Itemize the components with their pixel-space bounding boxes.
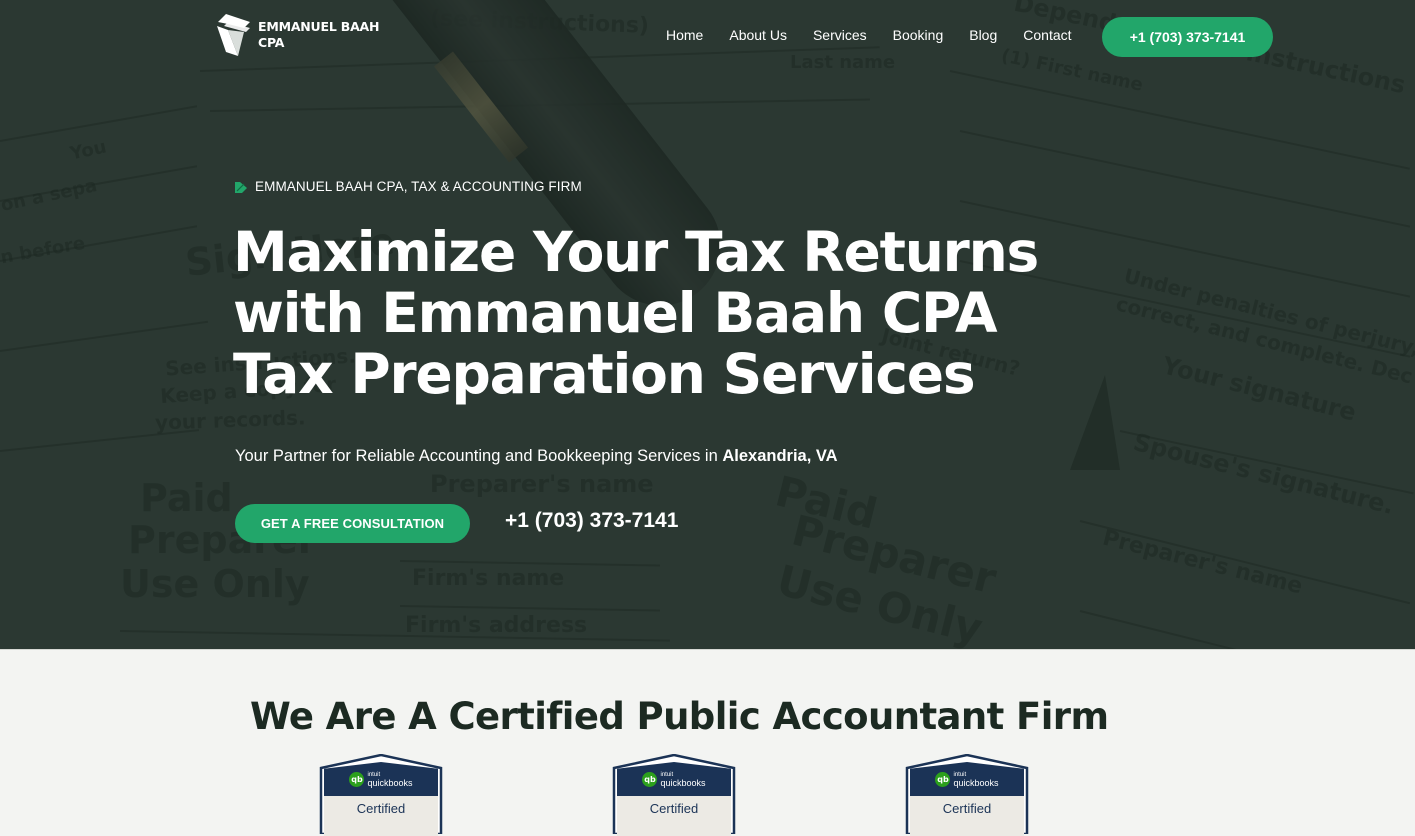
free-consultation-button[interactable]: GET A FREE CONSULTATION bbox=[235, 504, 470, 543]
logo-text: EMMANUEL BAAH CPA bbox=[258, 19, 379, 51]
quickbooks-certified-badge: qb intuit quickbooks Certified bbox=[319, 754, 443, 836]
nav-about-us[interactable]: About Us bbox=[729, 27, 787, 43]
quickbooks-certified-badge: qb intuit quickbooks Certified bbox=[612, 754, 736, 836]
logo-line2: CPA bbox=[258, 35, 285, 50]
brand: quickbooks bbox=[660, 778, 706, 788]
logo-line1: EMMANUEL BAAH bbox=[258, 19, 380, 34]
hero-section: (see instructions) Last name Dependents … bbox=[0, 0, 1415, 649]
hero-subtitle: Your Partner for Reliable Accounting and… bbox=[235, 447, 838, 466]
brand: quickbooks bbox=[367, 778, 413, 788]
badge-header: qb intuit quickbooks bbox=[324, 762, 438, 796]
nav-booking[interactable]: Booking bbox=[893, 27, 944, 43]
headline-line: Tax Preparation Services bbox=[233, 342, 976, 406]
badge-label: Certified bbox=[617, 796, 731, 836]
headline-line: Maximize Your Tax Returns bbox=[233, 220, 1039, 284]
quickbooks-wordmark: intuit quickbooks bbox=[953, 771, 999, 788]
certified-section: We Are A Certified Public Accountant Fir… bbox=[0, 649, 1415, 836]
quickbooks-logo-icon: qb bbox=[935, 771, 951, 787]
quickbooks-wordmark: intuit quickbooks bbox=[660, 771, 706, 788]
hero-headline: Maximize Your Tax Returns with Emmanuel … bbox=[233, 222, 1133, 405]
subtitle-text: Your Partner for Reliable Accounting and… bbox=[235, 447, 723, 465]
logo-book-icon bbox=[217, 14, 250, 56]
nav-contact[interactable]: Contact bbox=[1023, 27, 1071, 43]
leaf-icon bbox=[235, 181, 247, 193]
header-phone-button[interactable]: +1 (703) 373-7141 bbox=[1102, 17, 1273, 57]
badge-header: qb intuit quickbooks bbox=[617, 762, 731, 796]
brand: quickbooks bbox=[953, 778, 999, 788]
badge-label: Certified bbox=[910, 796, 1024, 836]
headline-line: with Emmanuel Baah CPA bbox=[233, 281, 998, 345]
quickbooks-logo-icon: qb bbox=[642, 771, 658, 787]
quickbooks-wordmark: intuit quickbooks bbox=[367, 771, 413, 788]
quickbooks-certified-badge: qb intuit quickbooks Certified bbox=[905, 754, 1029, 836]
hero-eyebrow: EMMANUEL BAAH CPA, TAX & ACCOUNTING FIRM bbox=[234, 179, 582, 194]
hero-phone-link[interactable]: +1 (703) 373-7141 bbox=[505, 509, 678, 533]
main-nav: Home About Us Services Booking Blog Cont… bbox=[666, 27, 1098, 43]
badge-label: Certified bbox=[324, 796, 438, 836]
nav-blog[interactable]: Blog bbox=[969, 27, 997, 43]
nav-home[interactable]: Home bbox=[666, 27, 703, 43]
site-logo[interactable]: EMMANUEL BAAH CPA bbox=[214, 12, 379, 58]
subtitle-location: Alexandria, VA bbox=[722, 447, 838, 465]
section-title: We Are A Certified Public Accountant Fir… bbox=[250, 695, 1109, 738]
nav-services[interactable]: Services bbox=[813, 27, 867, 43]
badge-header: qb intuit quickbooks bbox=[910, 762, 1024, 796]
quickbooks-logo-icon: qb bbox=[349, 771, 365, 787]
eyebrow-text: EMMANUEL BAAH CPA, TAX & ACCOUNTING FIRM bbox=[255, 179, 582, 194]
